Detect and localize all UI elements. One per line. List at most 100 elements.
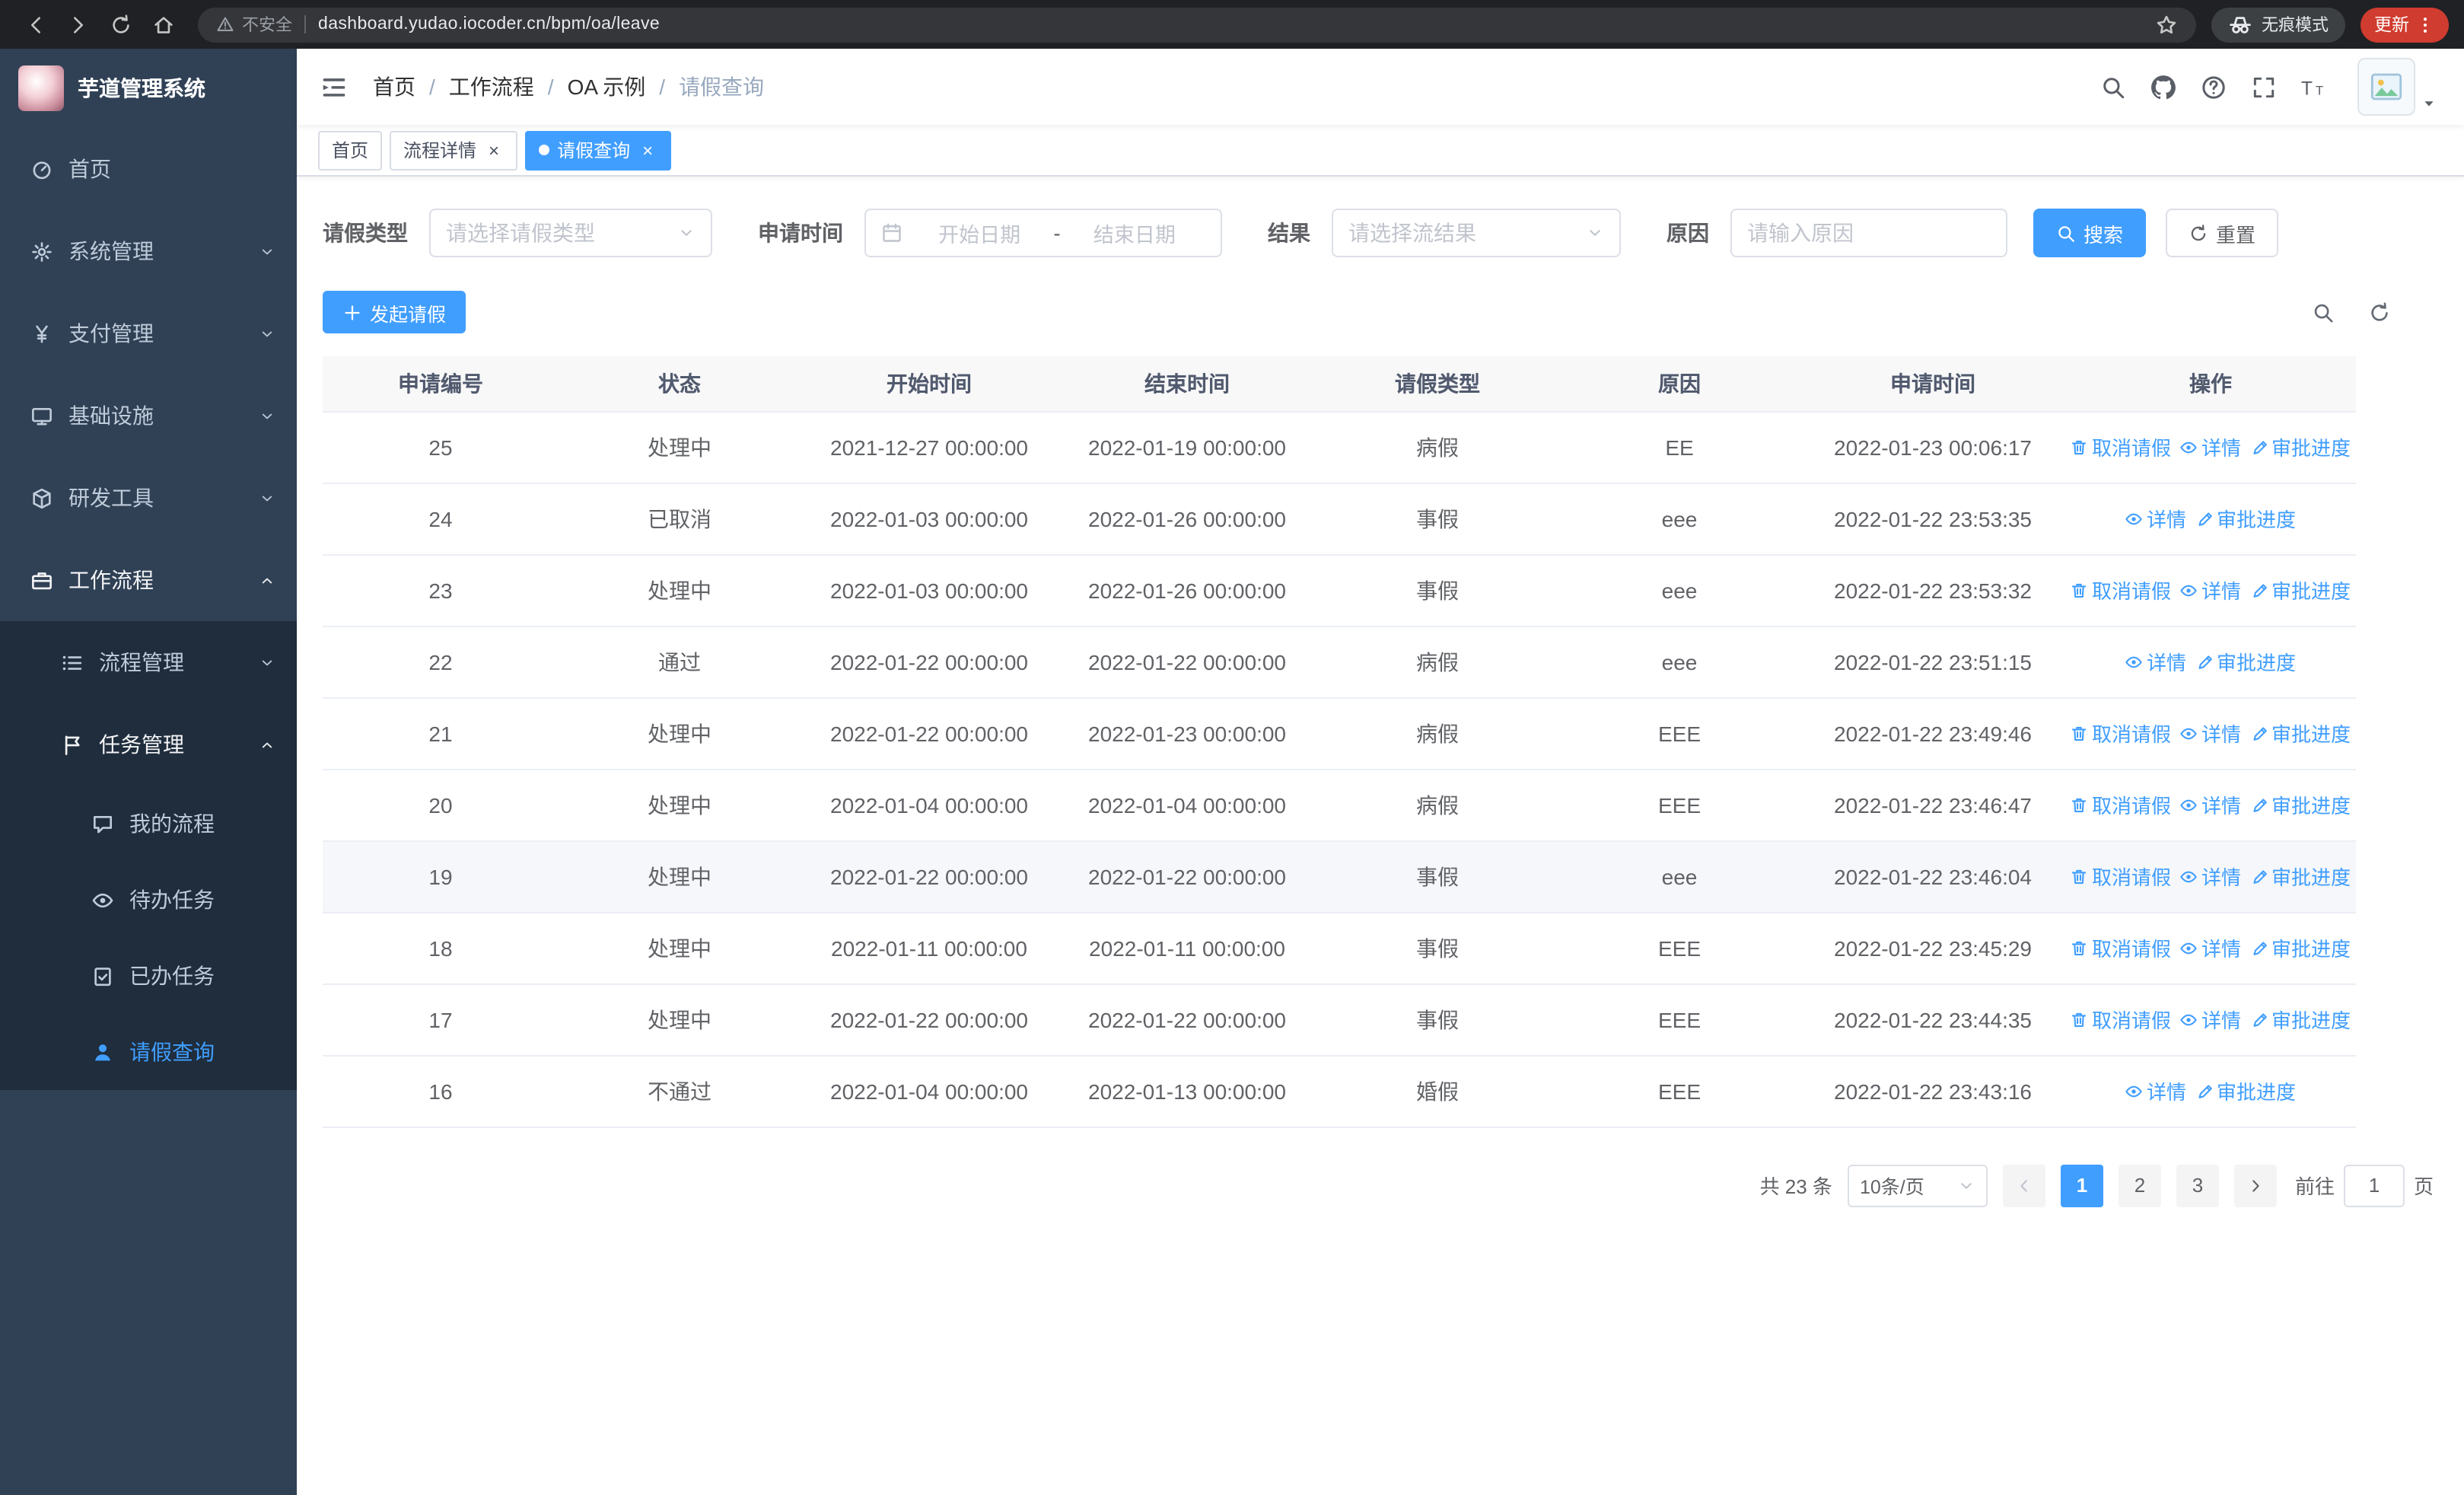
detail-action-link[interactable]: 详情: [2180, 432, 2241, 461]
github-icon[interactable]: [2150, 74, 2176, 100]
search-button[interactable]: 搜索: [2033, 209, 2147, 257]
detail-action-link[interactable]: 详情: [2125, 504, 2186, 533]
tab-close-icon[interactable]: ×: [638, 140, 657, 160]
update-label: 更新: [2374, 17, 2409, 35]
sidebar-item-payment-management[interactable]: 支付管理: [0, 292, 297, 375]
app-logo[interactable]: 芋道管理系统: [0, 49, 297, 128]
breadcrumb-item[interactable]: 首页: [373, 72, 415, 102]
progress-action-link[interactable]: 审批进度: [2250, 575, 2351, 604]
result-select[interactable]: 请选择流结果: [1332, 209, 1621, 257]
kebab-menu-icon[interactable]: [2415, 14, 2435, 34]
cancel-action-link[interactable]: 取消请假: [2071, 933, 2171, 962]
browser-reload-button[interactable]: [100, 5, 140, 44]
sidebar-item-my-process[interactable]: 我的流程: [0, 786, 297, 862]
sidebar-item-leave-query[interactable]: 请假查询: [0, 1014, 297, 1090]
detail-action-link[interactable]: 详情: [2180, 862, 2241, 891]
progress-action-link[interactable]: 审批进度: [2250, 933, 2351, 962]
progress-action-link[interactable]: 审批进度: [2195, 1076, 2296, 1105]
image-placeholder-icon: [2370, 70, 2403, 104]
cancel-action-link[interactable]: 取消请假: [2071, 1005, 2171, 1034]
reason-group: 原因 请输入原因: [1667, 209, 2007, 257]
help-icon[interactable]: [2201, 74, 2227, 100]
progress-action-link[interactable]: 审批进度: [2250, 862, 2351, 891]
create-leave-button[interactable]: 发起请假: [323, 291, 466, 333]
page-button-1[interactable]: 1: [2060, 1164, 2103, 1207]
page-size-select[interactable]: 10条/页: [1847, 1164, 1988, 1207]
progress-action-link[interactable]: 审批进度: [2250, 790, 2351, 819]
tab-close-icon[interactable]: ×: [484, 140, 504, 160]
sidebar-item-todo-task[interactable]: 待办任务: [0, 862, 297, 938]
breadcrumb-item[interactable]: OA 示例: [568, 72, 646, 102]
browser-forward-button[interactable]: [58, 5, 97, 44]
address-bar[interactable]: 不安全 dashboard.yudao.iocoder.cn/bpm/oa/le…: [198, 7, 2196, 42]
table-cell: 20: [323, 769, 559, 841]
refresh-table-icon[interactable]: [2368, 301, 2391, 324]
table-cell: eee: [1558, 554, 1800, 626]
reset-button[interactable]: 重置: [2166, 209, 2279, 257]
detail-action-link[interactable]: 详情: [2180, 719, 2241, 748]
browser-home-button[interactable]: [143, 5, 183, 44]
detail-action-link[interactable]: 详情: [2125, 647, 2186, 676]
cancel-action-link[interactable]: 取消请假: [2071, 575, 2171, 604]
action-label: 审批进度: [2217, 652, 2297, 674]
sidebar-item-process-management[interactable]: 流程管理: [0, 621, 297, 703]
apply-time-range-picker[interactable]: 开始日期 - 结束日期: [864, 209, 1222, 257]
sidebar-toggle-button[interactable]: [320, 72, 349, 101]
prev-page-button[interactable]: [2002, 1164, 2045, 1207]
trash-icon: [2071, 581, 2089, 599]
browser-update-button[interactable]: 更新: [2361, 7, 2449, 42]
eye-icon: [2125, 1082, 2144, 1100]
page-button-2[interactable]: 2: [2118, 1164, 2161, 1207]
sidebar-item-system-management[interactable]: 系统管理: [0, 210, 297, 292]
table-cell: 2022-01-22 00:00:00: [801, 840, 1058, 913]
detail-action-link[interactable]: 详情: [2180, 575, 2241, 604]
cancel-action-link[interactable]: 取消请假: [2071, 719, 2171, 748]
table-row: 22 通过 2022-01-22 00:00:00 2022-01-22 00:00:…: [323, 626, 2356, 698]
table-cell: 病假: [1316, 411, 1558, 483]
tab-leave-query[interactable]: 请假查询 ×: [525, 130, 672, 170]
table-cell: 不通过: [559, 1055, 801, 1127]
sidebar-item-workflow[interactable]: 工作流程: [0, 539, 297, 621]
progress-action-link[interactable]: 审批进度: [2250, 432, 2351, 461]
leave-type-label: 请假类型: [323, 221, 408, 245]
sidebar-item-task-management[interactable]: 任务管理: [0, 703, 297, 786]
detail-action-link[interactable]: 详情: [2125, 1076, 2186, 1105]
goto-label: 前往: [2294, 1175, 2335, 1198]
detail-action-link[interactable]: 详情: [2180, 933, 2241, 962]
cancel-action-link[interactable]: 取消请假: [2071, 790, 2171, 819]
page-button-3[interactable]: 3: [2176, 1164, 2219, 1207]
sidebar-item-infrastructure[interactable]: 基础设施: [0, 375, 297, 457]
sidebar-item-home[interactable]: 首页: [0, 128, 297, 210]
create-leave-label: 发起请假: [370, 304, 447, 325]
breadcrumb-item[interactable]: 工作流程: [449, 72, 534, 102]
progress-action-link[interactable]: 审批进度: [2250, 1005, 2351, 1034]
reason-input[interactable]: 请输入原因: [1730, 209, 2007, 257]
security-warning[interactable]: 不安全: [216, 12, 292, 37]
incognito-icon: [2228, 12, 2252, 37]
table-cell: 2022-01-26 00:00:00: [1058, 554, 1316, 626]
tab-home[interactable]: 首页: [318, 130, 383, 170]
toggle-search-icon[interactable]: [2312, 301, 2335, 324]
font-size-icon[interactable]: TT: [2301, 74, 2327, 100]
goto-page-input[interactable]: [2343, 1164, 2405, 1207]
table-cell: 2022-01-04 00:00:00: [1058, 769, 1316, 841]
tab-process-detail[interactable]: 流程详情 ×: [390, 130, 518, 170]
fullscreen-icon[interactable]: [2251, 74, 2277, 100]
home-icon: [151, 13, 174, 36]
sidebar-item-done-task[interactable]: 已办任务: [0, 938, 297, 1014]
leave-type-select[interactable]: 请选择请假类型: [429, 209, 712, 257]
detail-action-link[interactable]: 详情: [2180, 790, 2241, 819]
progress-action-link[interactable]: 审批进度: [2195, 647, 2296, 676]
sidebar-item-dev-tools[interactable]: 研发工具: [0, 457, 297, 539]
cancel-action-link[interactable]: 取消请假: [2071, 432, 2171, 461]
cancel-action-link[interactable]: 取消请假: [2071, 862, 2171, 891]
next-page-button[interactable]: [2233, 1164, 2277, 1207]
user-avatar[interactable]: [2357, 58, 2437, 116]
progress-action-link[interactable]: 审批进度: [2195, 504, 2296, 533]
bookmark-star-icon[interactable]: [2155, 13, 2178, 36]
header-search-icon[interactable]: [2100, 74, 2126, 100]
svg-text:T: T: [2316, 82, 2323, 97]
browser-back-button[interactable]: [15, 5, 55, 44]
progress-action-link[interactable]: 审批进度: [2250, 719, 2351, 748]
detail-action-link[interactable]: 详情: [2180, 1005, 2241, 1034]
